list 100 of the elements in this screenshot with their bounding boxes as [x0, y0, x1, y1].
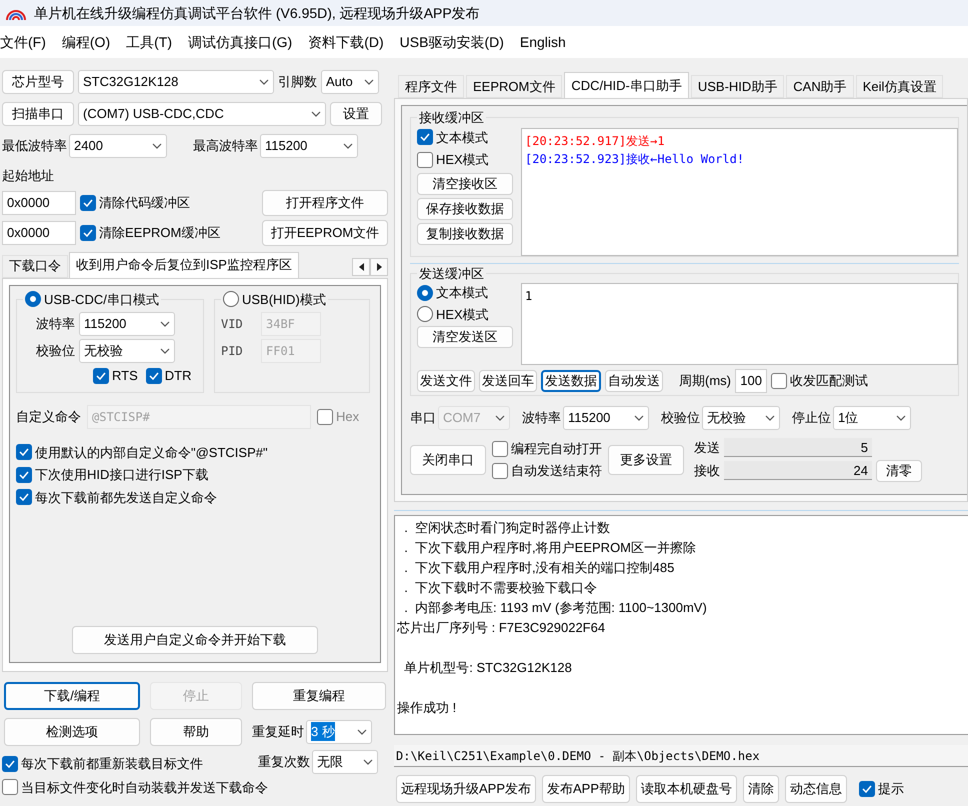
- checkbox[interactable]: [859, 781, 876, 797]
- button[interactable]: 设置: [330, 102, 382, 126]
- checkbox-label: 文本模式: [436, 128, 488, 146]
- button[interactable]: 清零: [876, 460, 922, 482]
- input-field[interactable]: 100: [735, 369, 767, 393]
- checkbox[interactable]: [16, 444, 32, 460]
- button[interactable]: 帮助: [150, 718, 242, 746]
- group-title: 发送缓冲区: [419, 266, 484, 280]
- button[interactable]: 发送文件: [417, 370, 475, 392]
- field-label: 校验位: [661, 409, 700, 428]
- dropdown[interactable]: 3 秒: [306, 720, 372, 744]
- radio-button[interactable]: [25, 291, 41, 308]
- button[interactable]: 自动发送: [605, 370, 663, 392]
- radio-button[interactable]: [417, 284, 433, 301]
- checkbox[interactable]: [2, 756, 18, 772]
- send-text-area[interactable]: 1: [521, 283, 958, 365]
- checkbox[interactable]: [417, 129, 433, 146]
- button[interactable]: 发送回车: [479, 370, 537, 392]
- tab[interactable]: 收到用户命令后复位到ISP监控程序区: [69, 252, 299, 278]
- chevron-down-icon: [259, 79, 269, 85]
- checkbox[interactable]: [16, 466, 32, 483]
- button[interactable]: 扫描串口: [2, 102, 74, 126]
- tab[interactable]: CDC/HID-串口助手: [564, 72, 689, 98]
- button[interactable]: 下载/编程: [4, 682, 140, 710]
- checkbox-label: 每次下载前都重新装载目标文件: [21, 755, 203, 773]
- scroll-left-button[interactable]: [352, 258, 370, 276]
- tab[interactable]: CAN助手: [786, 75, 854, 98]
- checkbox[interactable]: [2, 779, 18, 796]
- dropdown[interactable]: 115200: [260, 134, 358, 158]
- dropdown[interactable]: 无校验: [702, 406, 780, 430]
- button[interactable]: 关闭串口: [410, 444, 486, 475]
- tab[interactable]: EEPROM文件: [466, 75, 562, 98]
- checkbox[interactable]: [317, 408, 333, 424]
- radio-label: USB-CDC/串口模式: [44, 290, 159, 308]
- menu-item[interactable]: 文件(F): [0, 32, 46, 52]
- log-line: . 空闲状态时看门狗定时器停止计数: [403, 519, 612, 537]
- button[interactable]: 清除: [743, 775, 780, 803]
- check-icon: [83, 198, 93, 206]
- tab[interactable]: 程序文件: [398, 75, 464, 98]
- checkbox[interactable]: [417, 152, 433, 168]
- checkbox[interactable]: [771, 373, 787, 389]
- dropdown[interactable]: Auto: [321, 70, 379, 94]
- button[interactable]: 动态信息: [785, 775, 848, 803]
- tab[interactable]: 下载口令: [2, 254, 68, 278]
- button[interactable]: 清空发送区: [417, 326, 513, 348]
- checkbox[interactable]: [80, 194, 96, 210]
- file-path-field[interactable]: D:\Keil\C251\Example\0.DEMO - 副本\Objects\DEMO.hex: [394, 745, 968, 767]
- checkbox-label: DTR: [164, 367, 192, 385]
- button[interactable]: 更多设置: [608, 444, 684, 475]
- tab[interactable]: Keil仿真设置: [856, 75, 944, 98]
- menu-item[interactable]: 调试仿真接口(G): [188, 32, 292, 52]
- log-line: 芯片出厂序列号 : F7E3C929022F64: [397, 619, 606, 637]
- menu-item[interactable]: 资料下载(D): [308, 32, 384, 52]
- receive-text-area[interactable]: [20:23:52.917]发送→1 [20:23:52.923]接收←Hello World!: [521, 128, 958, 256]
- dropdown[interactable]: 1位: [833, 406, 911, 430]
- check-icon: [96, 372, 106, 380]
- scroll-right-button[interactable]: [370, 258, 388, 276]
- dropdown[interactable]: STC32G12K128: [78, 70, 274, 94]
- checkbox[interactable]: [492, 462, 508, 478]
- menu-item[interactable]: 编程(O): [62, 32, 110, 52]
- input-field[interactable]: 0x0000: [2, 190, 76, 214]
- button[interactable]: 清空接收区: [417, 172, 513, 194]
- check-icon: [5, 760, 15, 768]
- checkbox-label: 当目标文件变化时自动装载并发送下载命令: [21, 778, 268, 796]
- menu-item[interactable]: USB驱动安装(D): [400, 32, 504, 52]
- checkbox[interactable]: [93, 368, 109, 384]
- dropdown[interactable]: 115200: [563, 406, 649, 430]
- field-label: 自定义命令: [16, 408, 81, 426]
- button[interactable]: 发送数据: [541, 370, 601, 392]
- dropdown[interactable]: 无校验: [79, 339, 175, 363]
- radio-button[interactable]: [223, 291, 239, 308]
- dropdown[interactable]: (COM7) USB-CDC,CDC: [78, 102, 326, 126]
- field-label: PID: [221, 343, 244, 360]
- dropdown[interactable]: 无限: [312, 750, 378, 774]
- menu-item[interactable]: 工具(T): [126, 32, 172, 52]
- button[interactable]: 发布APP帮助: [542, 775, 630, 803]
- checkbox[interactable]: [16, 489, 32, 506]
- button[interactable]: 保存接收数据: [417, 198, 513, 220]
- button[interactable]: 读取本机硬盘号: [636, 775, 738, 803]
- menu-item[interactable]: English: [520, 32, 566, 52]
- button[interactable]: 复制接收数据: [417, 222, 513, 244]
- dropdown[interactable]: 115200: [79, 312, 175, 336]
- radio-button[interactable]: [417, 306, 433, 322]
- button[interactable]: 发送用户自定义命令并开始下载: [72, 626, 318, 654]
- button[interactable]: 打开EEPROM文件: [262, 220, 388, 246]
- checkbox[interactable]: [146, 368, 162, 384]
- check-icon: [148, 372, 159, 380]
- button[interactable]: 芯片型号: [2, 70, 74, 94]
- check-icon: [420, 133, 430, 142]
- checkbox[interactable]: [492, 441, 508, 457]
- radio-label: HEX模式: [436, 306, 489, 324]
- button[interactable]: 远程现场升级APP发布: [396, 775, 536, 803]
- input-field[interactable]: 0x0000: [2, 220, 76, 244]
- button[interactable]: 打开程序文件: [262, 190, 388, 216]
- checkbox[interactable]: [80, 224, 96, 240]
- dropdown[interactable]: 2400: [69, 134, 167, 158]
- button[interactable]: 重复编程: [252, 682, 386, 710]
- button[interactable]: 检测选项: [4, 718, 140, 746]
- tab[interactable]: USB-HID助手: [690, 75, 784, 98]
- checkbox-label: HEX模式: [436, 151, 489, 169]
